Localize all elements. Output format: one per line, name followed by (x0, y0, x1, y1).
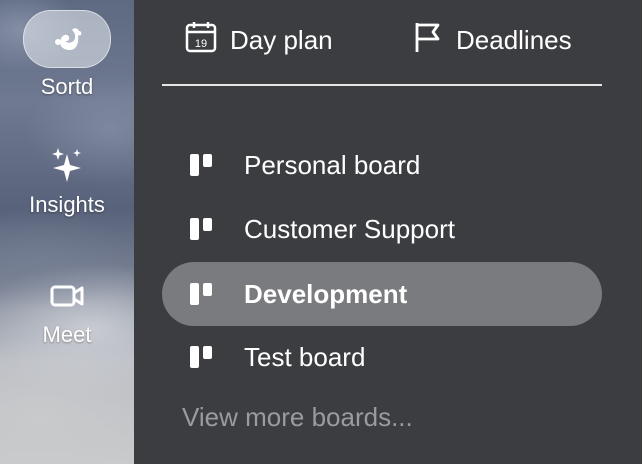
board-label: Development (244, 278, 408, 309)
video-camera-icon (47, 276, 87, 316)
tab-deadlines-label: Deadlines (456, 24, 572, 55)
board-item-development[interactable]: Development (162, 262, 602, 326)
calendar-day-number: 19 (195, 38, 207, 50)
board-item-test-board[interactable]: Test board (162, 325, 602, 389)
calendar-icon: 19 (184, 20, 230, 61)
tab-bar: 19 Day plan Deadlines (162, 18, 602, 86)
board-icon (188, 216, 216, 242)
board-label: Customer Support (244, 213, 455, 244)
rail-label-insights: Insights (29, 192, 105, 217)
sortd-logo-button[interactable] (23, 10, 111, 68)
view-more-boards-link[interactable]: View more boards... (182, 402, 413, 433)
rail-label-meet: Meet (42, 322, 92, 347)
board-label: Test board (244, 341, 366, 372)
rail-label-sortd: Sortd (40, 74, 94, 99)
board-item-customer-support[interactable]: Customer Support (162, 197, 602, 261)
board-icon (188, 281, 216, 307)
app-rail: Sortd Insights Meet (0, 0, 134, 464)
rail-item-insights[interactable]: Insights (0, 146, 134, 218)
board-icon (188, 152, 216, 178)
board-icon (188, 344, 216, 370)
tab-day-plan[interactable]: 19 Day plan (184, 18, 333, 62)
tab-divider (162, 84, 602, 86)
rail-item-meet[interactable]: Meet (0, 276, 134, 348)
tab-deadlines[interactable]: Deadlines (412, 18, 572, 62)
boards-panel: 19 Day plan Deadlines Personal board Cus… (134, 0, 642, 464)
tab-day-plan-label: Day plan (230, 24, 333, 55)
sparkles-icon (47, 146, 87, 186)
board-label: Personal board (244, 149, 421, 180)
rail-item-sortd[interactable]: Sortd (0, 10, 134, 100)
squirrel-logo-icon (50, 22, 84, 57)
flag-icon (412, 20, 456, 61)
board-item-personal-board[interactable]: Personal board (162, 133, 602, 197)
